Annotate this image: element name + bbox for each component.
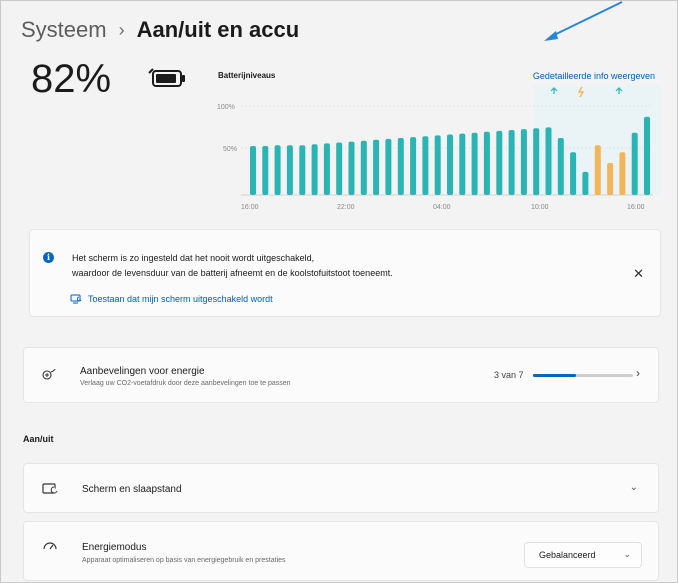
battery-level-bar[interactable]	[594, 145, 601, 195]
battery-level-bar[interactable]	[508, 130, 515, 195]
battery-level-bar[interactable]	[373, 139, 380, 195]
screen-sleep-icon	[70, 294, 82, 304]
energy-mode-row: Energiemodus Apparaat optimaliseren op b…	[23, 521, 659, 581]
info-icon: i	[43, 252, 54, 263]
chevron-down-icon: ⌄	[623, 549, 631, 559]
battery-level-bar[interactable]	[250, 146, 256, 195]
battery-level-bar[interactable]	[644, 116, 650, 195]
allow-screen-off-label: Toestaan dat mijn scherm uitgeschakeld w…	[88, 294, 273, 304]
breadcrumb: Systeem › Aan/uit en accu	[21, 17, 299, 43]
settings-window: Systeem › Aan/uit en accu 82% Batterijni…	[0, 0, 678, 583]
leaf-recommendation-icon	[42, 368, 56, 380]
x-tick-label: 16:00	[241, 204, 259, 211]
battery-level-bar[interactable]	[631, 132, 638, 195]
screen-and-sleep-title: Scherm en slaapstand	[82, 484, 182, 495]
battery-level-bar[interactable]	[471, 132, 478, 195]
info-message-line: waardoor de levensduur van de batterij a…	[72, 268, 393, 278]
chevron-down-icon: ⌄	[629, 482, 638, 493]
info-message-line: Het scherm is zo ingesteld dat het nooit…	[72, 253, 315, 263]
detailed-info-link[interactable]: Gedetailleerde info weergeven	[533, 71, 655, 81]
battery-level-bar[interactable]	[410, 137, 417, 195]
chart-title: Batterijniveaus	[218, 71, 276, 80]
recommendations-progress-bar	[533, 374, 633, 377]
battery-level-bar[interactable]	[360, 140, 367, 195]
battery-level-chart: 100% 50% 16:00 22:00 04:00 10:00 16:00	[217, 85, 661, 211]
battery-level-bar[interactable]	[397, 138, 404, 195]
section-heading-power: Aan/uit	[23, 434, 54, 444]
x-tick-label: 16:00	[627, 204, 645, 211]
battery-level-bar[interactable]	[385, 138, 392, 195]
x-tick-label: 04:00	[433, 204, 451, 211]
battery-level-bar[interactable]	[348, 141, 355, 195]
allow-screen-off-link[interactable]: Toestaan dat mijn scherm uitgeschakeld w…	[70, 294, 273, 304]
battery-level-bar[interactable]	[557, 138, 564, 195]
chevron-right-icon: ›	[636, 366, 640, 380]
energy-mode-subtitle: Apparaat optimaliseren op basis van ener…	[82, 557, 286, 564]
battery-level-bar[interactable]	[262, 146, 269, 195]
recommendations-subtitle: Verlaag uw CO2-voetafdruk door deze aanb…	[80, 380, 291, 387]
battery-level-bar[interactable]	[299, 145, 306, 195]
battery-icon	[148, 68, 185, 87]
recommendations-count: 3 van 7	[494, 370, 524, 380]
battery-level-bar[interactable]	[311, 144, 318, 195]
battery-level-bar[interactable]	[533, 128, 540, 196]
y-tick-label: 50%	[223, 146, 237, 153]
screen-timeout-info-banner: i Het scherm is zo ingesteld dat het noo…	[29, 229, 661, 317]
battery-level-bar[interactable]	[286, 145, 293, 195]
recommendations-title: Aanbevelingen voor energie	[80, 366, 205, 377]
info-message: Het scherm is zo ingesteld dat het nooit…	[72, 251, 612, 281]
battery-level-bar[interactable]	[619, 152, 626, 195]
x-tick-label: 22:00	[337, 204, 355, 211]
energy-mode-dropdown[interactable]: Gebalanceerd ⌄	[524, 542, 642, 568]
energy-mode-selected-value: Gebalanceerd	[539, 550, 596, 560]
battery-level-bar[interactable]	[570, 152, 577, 195]
y-tick-label: 100%	[217, 104, 235, 111]
battery-level-bar[interactable]	[582, 171, 589, 195]
energy-mode-title: Energiemodus	[82, 542, 147, 553]
battery-level-bar[interactable]	[274, 145, 281, 195]
annotation-arrow-icon	[544, 1, 623, 41]
battery-level-bar[interactable]	[434, 135, 441, 195]
battery-level-bar[interactable]	[496, 130, 503, 195]
battery-level-bar[interactable]	[483, 131, 490, 195]
battery-level-bar[interactable]	[447, 134, 453, 196]
recommendations-progress-fill	[533, 374, 576, 377]
breadcrumb-separator: ›	[118, 19, 125, 40]
screen-and-sleep-row[interactable]: Scherm en slaapstand ⌄	[23, 463, 659, 513]
battery-level-bar[interactable]	[336, 142, 343, 196]
battery-level-bar[interactable]	[422, 136, 429, 195]
x-tick-label: 10:00	[531, 204, 549, 211]
power-mode-icon	[43, 542, 57, 550]
battery-percentage: 82%	[31, 57, 112, 101]
close-icon[interactable]: ✕	[633, 266, 644, 282]
battery-level-bar[interactable]	[607, 163, 614, 195]
breadcrumb-parent-systeem[interactable]: Systeem	[21, 17, 107, 43]
battery-level-bar[interactable]	[520, 129, 527, 195]
battery-level-bar[interactable]	[323, 143, 330, 195]
monitor-sleep-icon	[42, 483, 58, 494]
energy-recommendations-card[interactable]: Aanbevelingen voor energie Verlaag uw CO…	[23, 347, 659, 403]
battery-level-bar[interactable]	[545, 127, 552, 195]
battery-level-bar[interactable]	[459, 133, 466, 195]
page-title: Aan/uit en accu	[136, 17, 300, 42]
